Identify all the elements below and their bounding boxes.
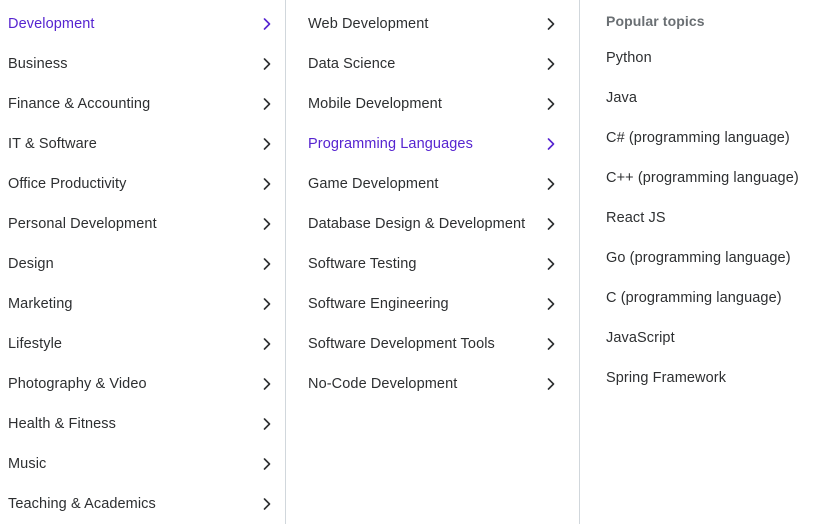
chevron-right-icon [545, 334, 557, 355]
chevron-right-icon [545, 94, 557, 115]
chevron-right-icon [261, 14, 273, 35]
subcategory-item-label: Software Testing [308, 255, 417, 272]
chevron-right-icon [261, 374, 273, 395]
popular-topics-list: Python Java C# (programming language) C++ (… [598, 38, 828, 398]
sidebar-item-business[interactable]: Business [0, 44, 285, 84]
category-megamenu: Development Business Finance & Accounting I… [0, 0, 828, 524]
popular-topic-javascript[interactable]: JavaScript [598, 318, 828, 358]
popular-topic-c-programming-language[interactable]: C# (programming language) [598, 118, 828, 158]
chevron-right-icon [545, 174, 557, 195]
sidebar-item-label: Teaching & Academics [8, 495, 156, 512]
chevron-right-icon [261, 54, 273, 75]
subcategory-item-label: Software Engineering [308, 295, 449, 312]
popular-topic-go-programming-language[interactable]: Go (programming language) [598, 238, 828, 278]
chevron-right-icon [545, 294, 557, 315]
chevron-right-icon [261, 454, 273, 475]
sidebar-item-teaching-academics[interactable]: Teaching & Academics [0, 484, 285, 524]
subcategory-item-software-testing[interactable]: Software Testing [304, 244, 579, 284]
subcategory-item-mobile-development[interactable]: Mobile Development [304, 84, 579, 124]
sidebar-item-label: Finance & Accounting [8, 95, 151, 112]
subcategory-item-no-code-development[interactable]: No-Code Development [304, 364, 579, 404]
chevron-right-icon [545, 254, 557, 275]
chevron-right-icon [261, 334, 273, 355]
chevron-right-icon [261, 294, 273, 315]
chevron-right-icon [261, 174, 273, 195]
subcategory-item-web-development[interactable]: Web Development [304, 4, 579, 44]
subcategory-column: Web Development Data Science Mobile Develo… [286, 0, 580, 524]
subcategory-item-label: Web Development [308, 15, 429, 32]
chevron-right-icon [261, 134, 273, 155]
sidebar-item-it-software[interactable]: IT & Software [0, 124, 285, 164]
sidebar-item-label: Music [8, 455, 47, 472]
sidebar-item-office-productivity[interactable]: Office Productivity [0, 164, 285, 204]
popular-topic-c-programming-language[interactable]: C (programming language) [598, 278, 828, 318]
subcategory-item-programming-languages[interactable]: Programming Languages [304, 124, 579, 164]
subcategory-item-label: Database Design & Development [308, 215, 526, 232]
subcategory-item-label: Game Development [308, 175, 439, 192]
chevron-right-icon [545, 214, 557, 235]
subcategory-item-software-development-tools[interactable]: Software Development Tools [304, 324, 579, 364]
sidebar-item-label: Photography & Video [8, 375, 147, 392]
sidebar-item-development[interactable]: Development [0, 4, 285, 44]
chevron-right-icon [261, 254, 273, 275]
subcategory-item-label: Mobile Development [308, 95, 442, 112]
popular-topics-column: Popular topics Python Java C# (programming… [580, 0, 828, 524]
chevron-right-icon [545, 374, 557, 395]
chevron-right-icon [545, 54, 557, 75]
sidebar-item-personal-development[interactable]: Personal Development [0, 204, 285, 244]
category-column: Development Business Finance & Accounting I… [0, 0, 286, 524]
subcategory-item-data-science[interactable]: Data Science [304, 44, 579, 84]
sidebar-item-design[interactable]: Design [0, 244, 285, 284]
subcategory-item-label: Software Development Tools [308, 335, 495, 352]
chevron-right-icon [261, 94, 273, 115]
sidebar-item-label: Office Productivity [8, 175, 127, 192]
popular-topic-c-programming-language[interactable]: C++ (programming language) [598, 158, 828, 198]
sidebar-item-marketing[interactable]: Marketing [0, 284, 285, 324]
subcategory-item-label: Data Science [308, 55, 396, 72]
sidebar-item-photography-video[interactable]: Photography & Video [0, 364, 285, 404]
sidebar-item-music[interactable]: Music [0, 444, 285, 484]
chevron-right-icon [261, 494, 273, 515]
popular-topic-python[interactable]: Python [598, 38, 828, 78]
sidebar-item-health-fitness[interactable]: Health & Fitness [0, 404, 285, 444]
popular-topic-spring-framework[interactable]: Spring Framework [598, 358, 828, 398]
sidebar-item-label: IT & Software [8, 135, 97, 152]
sidebar-item-label: Marketing [8, 295, 73, 312]
sidebar-item-label: Design [8, 255, 54, 272]
chevron-right-icon [261, 414, 273, 435]
subcategory-item-database-design-development[interactable]: Database Design & Development [304, 204, 579, 244]
popular-topics-heading: Popular topics [606, 13, 705, 29]
popular-topic-java[interactable]: Java [598, 78, 828, 118]
sidebar-item-label: Business [8, 55, 68, 72]
subcategory-item-label: No-Code Development [308, 375, 458, 392]
sidebar-item-label: Development [8, 15, 95, 32]
sidebar-item-label: Personal Development [8, 215, 157, 232]
subcategory-item-software-engineering[interactable]: Software Engineering [304, 284, 579, 324]
sidebar-item-label: Health & Fitness [8, 415, 116, 432]
sidebar-item-lifestyle[interactable]: Lifestyle [0, 324, 285, 364]
popular-topic-react-js[interactable]: React JS [598, 198, 828, 238]
chevron-right-icon [545, 134, 557, 155]
subcategory-item-label: Programming Languages [308, 135, 473, 152]
sidebar-item-label: Lifestyle [8, 335, 63, 352]
chevron-right-icon [545, 14, 557, 35]
chevron-right-icon [261, 214, 273, 235]
sidebar-item-finance-accounting[interactable]: Finance & Accounting [0, 84, 285, 124]
subcategory-item-game-development[interactable]: Game Development [304, 164, 579, 204]
